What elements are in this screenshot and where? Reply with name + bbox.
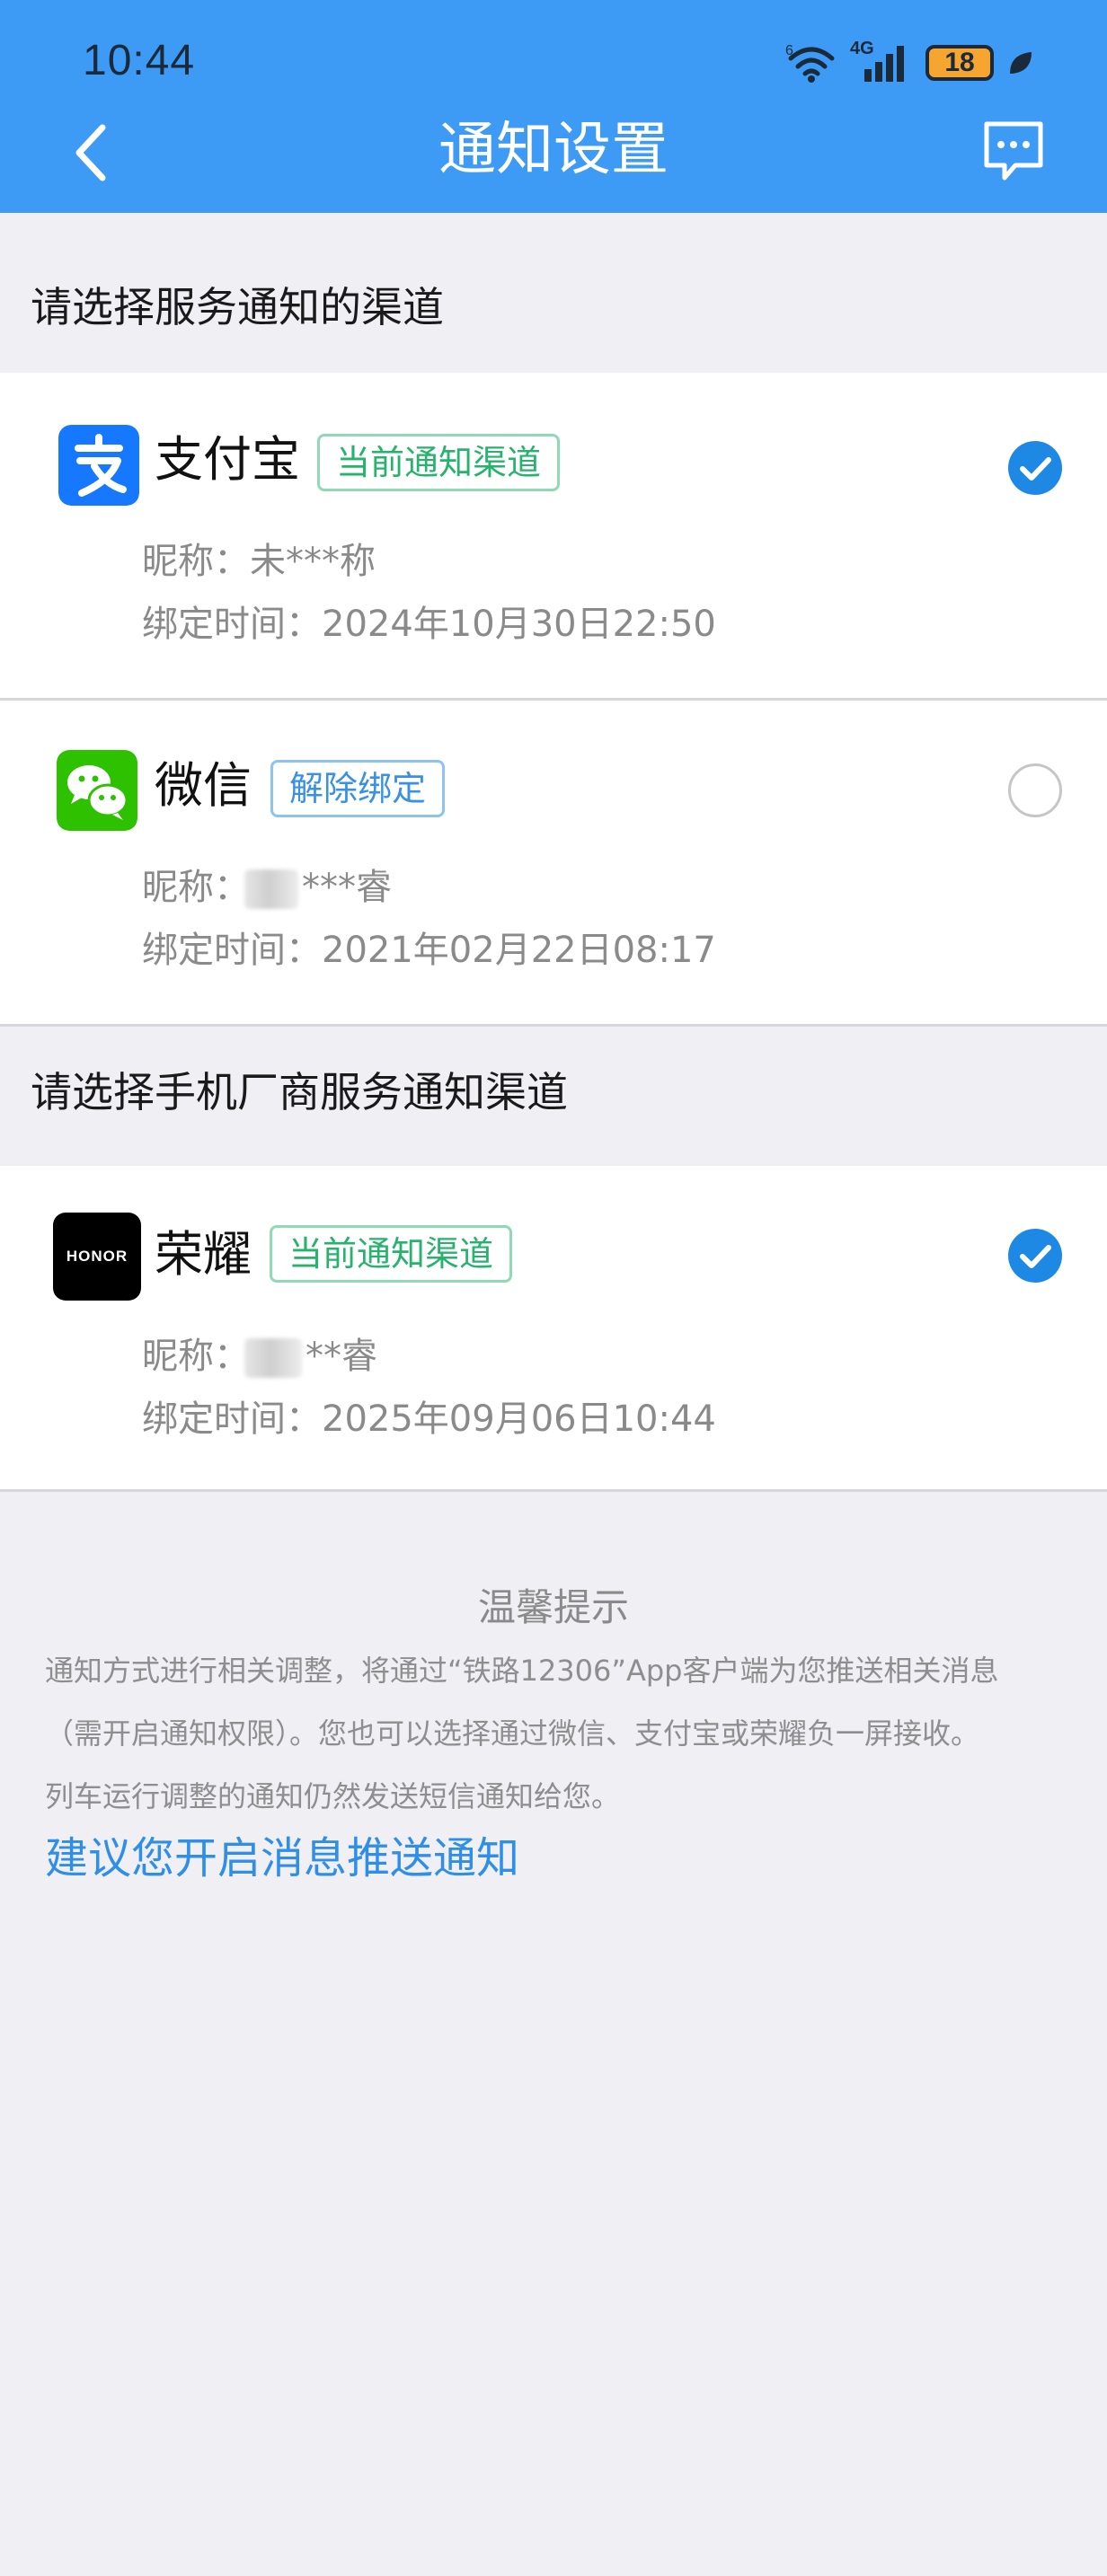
tips-title: 温馨提示 xyxy=(477,1585,629,1629)
vendor-section-title: 请选择手机厂商服务通知渠道 xyxy=(31,1068,568,1116)
bind-time-label: 绑定时间： xyxy=(142,930,322,971)
radio-selected[interactable] xyxy=(1008,441,1062,495)
nickname-row: 昵称： **睿 xyxy=(142,1333,377,1380)
bind-time-row: 绑定时间：2025年09月06日10:44 xyxy=(142,1396,716,1442)
honor-icon: HONOR xyxy=(53,1213,141,1301)
page-title: 通知设置 xyxy=(438,117,669,183)
blurred-nickname xyxy=(244,1338,302,1378)
channel-name: 微信 xyxy=(155,757,252,814)
bind-time-row: 绑定时间：2021年02月22日08:17 xyxy=(142,927,716,974)
bind-time-row: 绑定时间：2024年10月30日22:50 xyxy=(142,601,716,648)
nickname-row: 昵称：未***称 xyxy=(142,538,376,585)
tips-line: 列车运行调整的通知仍然发送短信通知给您。 xyxy=(45,1779,621,1813)
radio-selected[interactable] xyxy=(1008,1229,1062,1283)
checkmark-icon xyxy=(1020,1245,1051,1268)
tips-line: （需开启通知权限）。您也可以选择通过微信、支付宝或荣耀负一屏接收。 xyxy=(45,1716,980,1751)
nickname-value: 未***称 xyxy=(250,541,376,582)
nickname-label: 昵称： xyxy=(142,541,250,582)
enable-push-link[interactable]: 建议您开启消息推送通知 xyxy=(45,1829,519,1888)
nickname-row: 昵称： ***睿 xyxy=(142,864,392,911)
channel-card-wechat[interactable]: 微信 解除绑定 昵称： ***睿 绑定时间：2021年02月22日08:17 xyxy=(0,701,1107,1024)
signal-bars-icon xyxy=(864,46,904,82)
status-icons: 6 4G 18 xyxy=(785,39,1035,86)
bind-time-value: 2024年10月30日22:50 xyxy=(322,604,716,645)
leaf-icon xyxy=(1010,52,1032,74)
channel-name: 荣耀 xyxy=(155,1226,252,1283)
battery-level: 18 xyxy=(944,48,975,77)
radio-unselected[interactable] xyxy=(1008,763,1062,817)
bind-time-label: 绑定时间： xyxy=(142,604,322,645)
nickname-label: 昵称： xyxy=(142,1336,250,1377)
bind-time-label: 绑定时间： xyxy=(142,1398,322,1440)
channel-card-honor[interactable]: HONOR 荣耀 当前通知渠道 昵称： **睿 绑定时间：2025年09月06日1… xyxy=(0,1166,1107,1489)
alipay-icon xyxy=(58,425,139,506)
cellular-signal: 4G xyxy=(850,39,913,84)
channel-name: 支付宝 xyxy=(155,431,300,488)
app-header: 10:44 6 4G 18 通知设置 xyxy=(0,0,1107,213)
wechat-icon xyxy=(57,750,137,831)
battery-indicator: 18 xyxy=(925,45,994,81)
divider xyxy=(0,1489,1107,1492)
checkmark-icon xyxy=(1020,457,1051,481)
honor-logo-text: HONOR xyxy=(66,1248,128,1265)
wifi-icon: 6 xyxy=(785,43,835,83)
nickname-value: **睿 xyxy=(306,1336,377,1377)
current-channel-tag: 当前通知渠道 xyxy=(270,1225,513,1283)
bind-time-value: 2025年09月06日10:44 xyxy=(322,1398,716,1440)
tips-line: 通知方式进行相关调整，将通过“铁路12306”App客户端为您推送相关消息 xyxy=(45,1654,999,1688)
chat-bubble-icon[interactable] xyxy=(979,117,1048,185)
unbind-button[interactable]: 解除绑定 xyxy=(270,760,446,817)
status-time: 10:44 xyxy=(83,37,196,84)
divider xyxy=(0,1024,1107,1027)
current-channel-tag: 当前通知渠道 xyxy=(317,434,561,491)
nickname-value: ***睿 xyxy=(302,867,392,908)
blurred-nickname xyxy=(244,869,298,909)
channel-card-alipay[interactable]: 支付宝 当前通知渠道 昵称：未***称 绑定时间：2024年10月30日22:5… xyxy=(0,373,1107,698)
bind-time-value: 2021年02月22日08:17 xyxy=(322,930,716,971)
service-section-title: 请选择服务通知的渠道 xyxy=(31,283,444,331)
nickname-label: 昵称： xyxy=(142,867,250,908)
